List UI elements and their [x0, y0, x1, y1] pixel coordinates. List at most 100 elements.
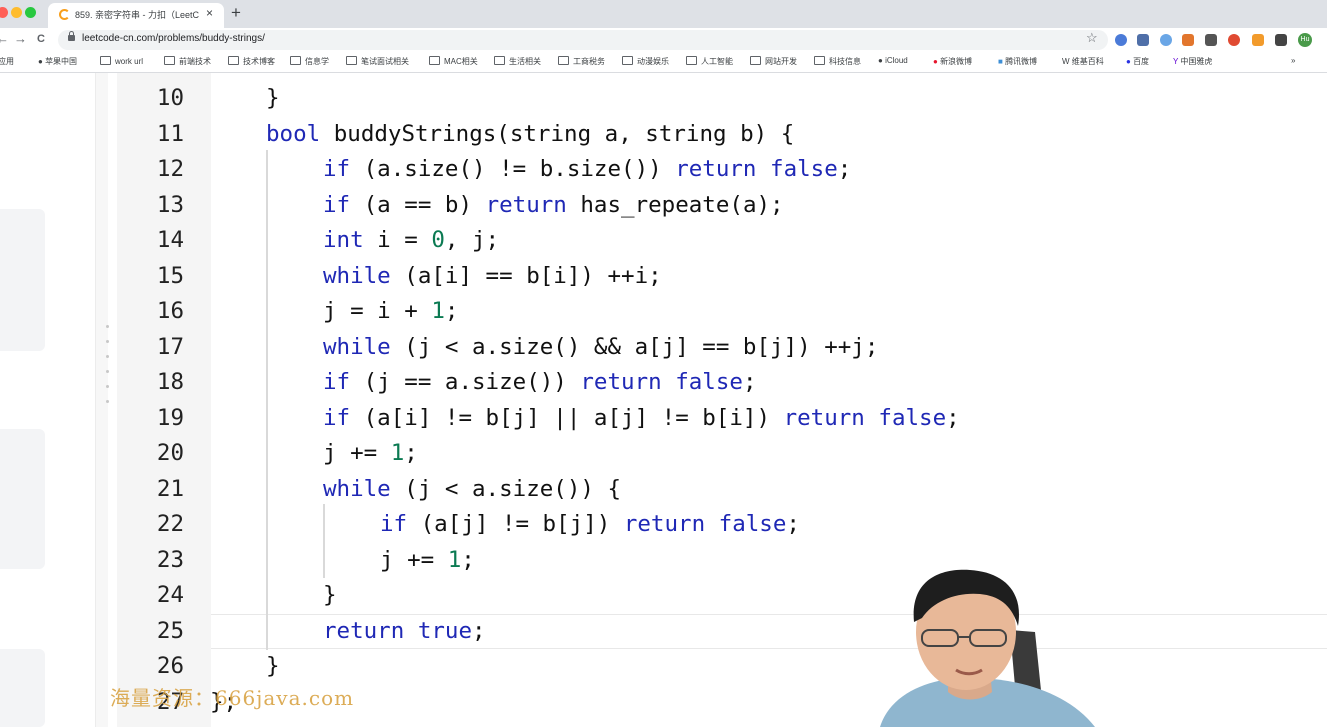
bookmark-item[interactable]: Y 中国雅虎 — [1173, 56, 1212, 67]
line-number: 18 — [156, 369, 184, 395]
line-number: 10 — [156, 85, 184, 111]
url-text[interactable]: leetcode-cn.com/problems/buddy-strings/ — [82, 33, 265, 44]
code-text: ; — [404, 440, 418, 466]
bookmarks-overflow-button[interactable]: » — [1291, 56, 1295, 65]
bookmark-item[interactable]: W 维基百科 — [1062, 56, 1104, 67]
folder-icon — [494, 56, 505, 65]
puzzle-icon[interactable] — [1275, 34, 1287, 46]
extension-icon[interactable] — [1228, 34, 1240, 46]
code-keyword: if — [323, 156, 351, 182]
address-bar[interactable]: leetcode-cn.com/problems/buddy-strings/ … — [58, 30, 1108, 50]
folder-icon — [558, 56, 569, 65]
line-number: 23 — [156, 546, 184, 573]
forward-arrow-icon[interactable]: → — [14, 31, 27, 46]
bookmark-item[interactable]: 应用 — [0, 56, 14, 67]
extension-icon[interactable] — [1205, 34, 1217, 46]
code-line[interactable]: } — [323, 580, 337, 610]
line-number: 13 — [156, 191, 184, 218]
code-keyword: int — [323, 227, 364, 253]
reload-icon[interactable]: C — [37, 33, 45, 45]
code-line[interactable]: j = i + 1; — [323, 296, 458, 326]
resizer-grip-dot — [106, 340, 109, 343]
weibo-icon: ● — [933, 57, 941, 66]
line-number: 16 — [156, 298, 184, 324]
problem-card — [0, 429, 45, 569]
metamask-icon[interactable] — [1182, 34, 1194, 46]
tencent-weibo-icon: ■ — [998, 57, 1006, 66]
code-text: ; — [786, 511, 800, 537]
bookmark-folder[interactable]: 科技信息 — [814, 56, 861, 67]
folder-icon — [750, 56, 761, 65]
new-tab-button[interactable]: + — [231, 3, 241, 23]
code-line[interactable]: if (a[i] != b[j] || a[j] != b[i]) return… — [323, 403, 960, 433]
code-line[interactable]: if (a[j] != b[j]) return false; — [380, 509, 800, 539]
code-line[interactable]: while (a[i] == b[i]) ++i; — [323, 261, 662, 291]
extension-icon[interactable] — [1160, 34, 1172, 46]
code-line[interactable]: j += 1; — [323, 438, 418, 468]
bookmark-item[interactable]: ● 百度 — [1126, 56, 1149, 67]
maximize-window-button[interactable] — [25, 7, 36, 18]
code-text: (j == a.size()) — [350, 369, 581, 395]
code-text: ; — [461, 546, 475, 573]
watermark-text: 海量资源：666java.com — [110, 686, 355, 710]
extension-icon[interactable] — [1252, 34, 1264, 46]
code-text: ; — [472, 617, 486, 644]
profile-avatar[interactable]: Hu — [1298, 33, 1312, 47]
back-arrow-icon[interactable]: ← — [0, 31, 9, 46]
folder-icon — [622, 56, 633, 65]
bookmarks-bar: 应用 ● 苹果中国 work url 前端技术 技术博客 信息学 笔试面试相关 … — [0, 52, 1327, 73]
code-text: , j; — [444, 227, 500, 253]
code-line[interactable]: return true; — [323, 616, 486, 646]
bookmark-folder[interactable]: 网站开发 — [750, 56, 797, 67]
bookmark-item[interactable]: ● iCloud — [878, 56, 908, 65]
browser-toolbar: ← → C leetcode-cn.com/problems/buddy-str… — [0, 28, 1327, 52]
line-number: 21 — [156, 475, 184, 502]
bookmark-folder[interactable]: 工商税务 — [558, 56, 605, 67]
line-number: 22 — [156, 511, 184, 537]
line-number: 24 — [156, 582, 184, 608]
folder-icon — [814, 56, 825, 65]
browser-tab[interactable]: 859. 亲密字符串 - 力扣（LeetCo × — [48, 3, 224, 28]
code-keyword: if — [323, 404, 351, 431]
close-window-button[interactable] — [0, 7, 8, 18]
code-text: (j < a.size()) { — [390, 475, 622, 502]
code-text: } — [266, 85, 280, 111]
line-number: 20 — [156, 440, 184, 466]
code-line[interactable]: j += 1; — [380, 545, 475, 575]
folder-icon — [686, 56, 697, 65]
bookmark-item[interactable]: ● 新浪微博 — [933, 56, 972, 67]
bookmark-folder[interactable]: 笔试面试相关 — [346, 56, 409, 67]
close-tab-icon[interactable]: × — [206, 6, 213, 20]
line-number: 15 — [156, 262, 184, 289]
bookmark-folder[interactable]: 人工智能 — [686, 56, 733, 67]
bookmark-folder[interactable]: 动漫娱乐 — [622, 56, 669, 67]
code-line[interactable]: } — [266, 651, 280, 681]
bookmark-folder[interactable]: 前端技术 — [164, 56, 211, 67]
indent-guide — [323, 504, 325, 578]
code-text: } — [266, 653, 280, 679]
bookmark-folder[interactable]: 生活相关 — [494, 56, 541, 67]
line-number: 19 — [156, 404, 184, 431]
code-line[interactable]: while (j < a.size()) { — [323, 474, 621, 504]
bookmark-folder[interactable]: 技术博客 — [228, 56, 275, 67]
code-line[interactable]: if (a.size() != b.size()) return false; — [323, 154, 851, 184]
code-number: 1 — [447, 546, 462, 573]
code-line[interactable]: } — [266, 83, 280, 113]
extension-icon[interactable] — [1115, 34, 1127, 46]
bookmark-folder[interactable]: work url — [100, 56, 143, 66]
code-line[interactable]: if (a == b) return has_repeate(a); — [323, 190, 784, 220]
code-line[interactable]: if (j == a.size()) return false; — [323, 367, 757, 397]
code-line[interactable]: bool buddyStrings(string a, string b) { — [266, 119, 794, 149]
bookmark-star-icon[interactable]: ☆ — [1086, 30, 1098, 46]
line-number: 26 — [156, 653, 184, 679]
code-line[interactable]: int i = 0, j; — [323, 225, 499, 255]
bookmark-folder[interactable]: MAC相关 — [429, 56, 478, 67]
resizer-grip-dot — [106, 355, 109, 358]
bookmark-item[interactable]: ● 苹果中国 — [38, 56, 77, 67]
code-keyword: return false — [675, 156, 838, 182]
bookmark-folder[interactable]: 信息学 — [290, 56, 329, 67]
extension-off-icon[interactable] — [1137, 34, 1149, 46]
minimize-window-button[interactable] — [11, 7, 22, 18]
code-line[interactable]: while (j < a.size() && a[j] == b[j]) ++j… — [323, 332, 878, 362]
bookmark-item[interactable]: ■ 腾讯微博 — [998, 56, 1037, 67]
